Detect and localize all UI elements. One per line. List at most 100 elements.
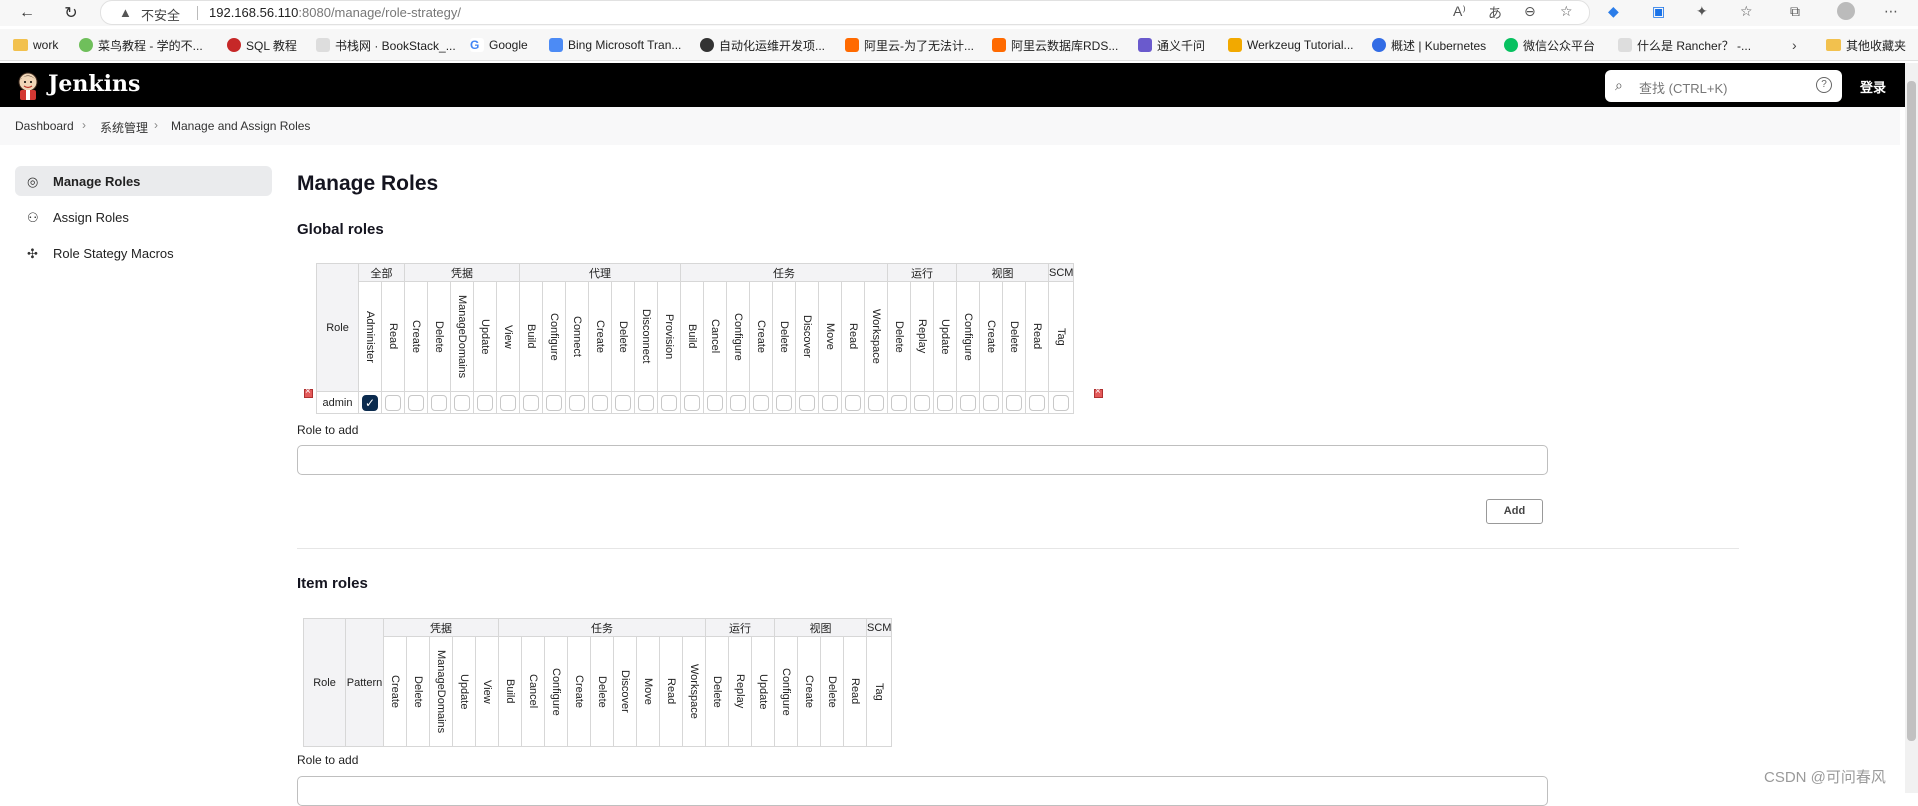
scrollbar[interactable] bbox=[1905, 63, 1918, 793]
login-link[interactable]: 登录 bbox=[1860, 77, 1886, 96]
scrollbar-thumb[interactable] bbox=[1907, 81, 1916, 741]
bookmark-label: 其他收藏夹 bbox=[1846, 38, 1907, 53]
avatar[interactable] bbox=[1837, 2, 1855, 20]
breadcrumb-current[interactable]: Manage and Assign Roles bbox=[171, 119, 310, 133]
extension-icon[interactable]: ◆ bbox=[1608, 3, 1619, 20]
bookmark-item[interactable]: 书栈网 · BookStack_... bbox=[316, 36, 456, 54]
permission-header: Delete bbox=[1002, 281, 1026, 392]
permission-group-header: 凭据 bbox=[404, 263, 520, 282]
other-bookmarks[interactable]: 其他收藏夹 bbox=[1826, 36, 1906, 54]
role-name: admin bbox=[316, 391, 359, 414]
help-icon[interactable]: ? bbox=[1816, 77, 1832, 93]
chevron-right-icon[interactable]: › bbox=[1792, 36, 1797, 54]
permission-checkbox[interactable] bbox=[776, 394, 792, 411]
global-role-input[interactable] bbox=[297, 445, 1548, 475]
jenkins-logo-icon[interactable] bbox=[14, 71, 42, 101]
permission-checkbox[interactable] bbox=[661, 394, 677, 411]
permission-checkbox[interactable] bbox=[707, 394, 723, 411]
favorites-icon[interactable]: ☆ bbox=[1740, 3, 1753, 20]
breadcrumb-dashboard[interactable]: Dashboard bbox=[15, 119, 74, 133]
permission-checkbox[interactable] bbox=[1029, 394, 1045, 411]
permission-checkbox[interactable] bbox=[385, 394, 401, 411]
permission-checkbox[interactable] bbox=[1053, 394, 1070, 411]
bookmark-item[interactable]: work bbox=[13, 36, 58, 54]
permission-checkbox[interactable] bbox=[362, 394, 378, 411]
permission-cell bbox=[956, 391, 980, 414]
item-role-input[interactable] bbox=[297, 776, 1548, 806]
permission-checkbox[interactable] bbox=[431, 394, 447, 411]
permission-checkbox[interactable] bbox=[523, 394, 539, 411]
permission-checkbox[interactable] bbox=[845, 394, 861, 411]
bookmark-item[interactable]: 阿里云-为了无法计... bbox=[845, 36, 974, 54]
read-aloud-icon[interactable]: A⁾ bbox=[1453, 3, 1466, 20]
permission-label: Replay bbox=[916, 319, 928, 354]
delete-role-icon[interactable] bbox=[1094, 386, 1103, 398]
permission-checkbox[interactable] bbox=[477, 394, 493, 411]
bookmark-item[interactable]: 自动化运维开发项... bbox=[700, 36, 825, 54]
translate-icon[interactable]: あ bbox=[1488, 3, 1502, 23]
permission-checkbox[interactable] bbox=[960, 394, 976, 411]
permission-checkbox[interactable] bbox=[454, 394, 470, 411]
permission-checkbox[interactable] bbox=[730, 394, 746, 411]
permission-label: View bbox=[481, 679, 493, 704]
permission-checkbox[interactable] bbox=[937, 394, 953, 411]
bookmark-item[interactable]: Werkzeug Tutorial... bbox=[1228, 36, 1354, 54]
address-bar[interactable]: ▲ 不安全 192.168.56.110:8080/manage/role-st… bbox=[100, 0, 1590, 25]
permission-checkbox[interactable] bbox=[638, 394, 654, 411]
extensions-icon[interactable]: ✦ bbox=[1696, 3, 1708, 20]
permission-label: Tag bbox=[1055, 327, 1068, 346]
permission-checkbox[interactable] bbox=[914, 394, 930, 411]
bookmark-item[interactable]: 概述 | Kubernetes bbox=[1372, 36, 1486, 54]
permission-checkbox[interactable] bbox=[615, 394, 631, 411]
bookmark-item[interactable]: 菜鸟教程 - 学的不... bbox=[79, 36, 203, 54]
bookmark-item[interactable]: 什么是 Rancher？ -... bbox=[1618, 36, 1751, 54]
role-column-header: Role bbox=[316, 263, 359, 392]
bookmark-item[interactable]: 微信公众平台 bbox=[1504, 36, 1595, 54]
permission-label: Delete bbox=[893, 320, 905, 353]
sidebar-item-manage-roles[interactable]: ◎ Manage Roles bbox=[15, 166, 272, 196]
group-header-row: Role Pattern 凭据 任务 运行 视图 SCM bbox=[303, 618, 893, 747]
permission-checkbox[interactable] bbox=[983, 394, 999, 411]
bookmark-item[interactable]: SQL 教程 bbox=[227, 36, 297, 54]
permission-cell bbox=[772, 391, 796, 414]
permission-checkbox[interactable] bbox=[799, 394, 815, 411]
back-icon[interactable]: ← bbox=[16, 2, 38, 24]
role-to-add-label: Role to add bbox=[297, 753, 359, 767]
permission-checkbox[interactable] bbox=[822, 394, 838, 411]
permission-checkbox[interactable] bbox=[753, 394, 769, 411]
bookmark-item[interactable]: 通义千问 bbox=[1138, 36, 1205, 54]
permission-checkbox[interactable] bbox=[868, 394, 884, 411]
refresh-icon[interactable]: ↻ bbox=[60, 2, 82, 24]
collections-icon[interactable]: ⧉ bbox=[1790, 3, 1800, 20]
permission-cell bbox=[588, 391, 612, 414]
permission-checkbox[interactable] bbox=[546, 394, 562, 411]
bookmark-item[interactable]: G Google bbox=[470, 36, 528, 54]
permission-checkbox[interactable] bbox=[592, 394, 608, 411]
bookmark-item[interactable]: 阿里云数据库RDS... bbox=[992, 36, 1118, 54]
permission-header: Configure bbox=[544, 636, 568, 747]
permission-label: Create bbox=[755, 319, 767, 354]
favorite-icon[interactable]: ☆ bbox=[1560, 3, 1573, 20]
permission-checkbox[interactable] bbox=[684, 394, 700, 411]
permission-checkbox[interactable] bbox=[408, 394, 424, 411]
permission-checkbox[interactable] bbox=[891, 394, 907, 411]
delete-role-icon[interactable] bbox=[304, 386, 313, 398]
breadcrumb-manage[interactable]: 系统管理 bbox=[100, 119, 148, 136]
page-icon bbox=[1618, 38, 1632, 52]
search-input[interactable]: ⌕ 查找 (CTRL+K) ? bbox=[1605, 70, 1842, 102]
bookmark-label: 阿里云数据库RDS... bbox=[1011, 38, 1119, 53]
permission-checkbox[interactable] bbox=[569, 394, 585, 411]
more-icon[interactable]: ⋯ bbox=[1884, 3, 1898, 20]
add-button[interactable]: Add bbox=[1486, 499, 1543, 524]
profile-extension-icon[interactable]: ▣ bbox=[1652, 3, 1665, 20]
permission-label: Provision bbox=[663, 313, 675, 360]
permission-checkbox[interactable] bbox=[500, 394, 516, 411]
app-title[interactable]: Jenkins bbox=[48, 71, 140, 97]
bookmark-item[interactable]: Bing Microsoft Tran... bbox=[549, 36, 681, 54]
permission-header: Delete bbox=[820, 636, 844, 747]
sidebar-item-assign-roles[interactable]: ⚇ Assign Roles bbox=[15, 202, 272, 232]
sidebar-item-role-macros[interactable]: ✣ Role Stategy Macros bbox=[15, 238, 272, 268]
zoom-icon[interactable]: ⊖ bbox=[1524, 3, 1536, 20]
permission-cell bbox=[795, 391, 819, 414]
permission-checkbox[interactable] bbox=[1006, 394, 1022, 411]
